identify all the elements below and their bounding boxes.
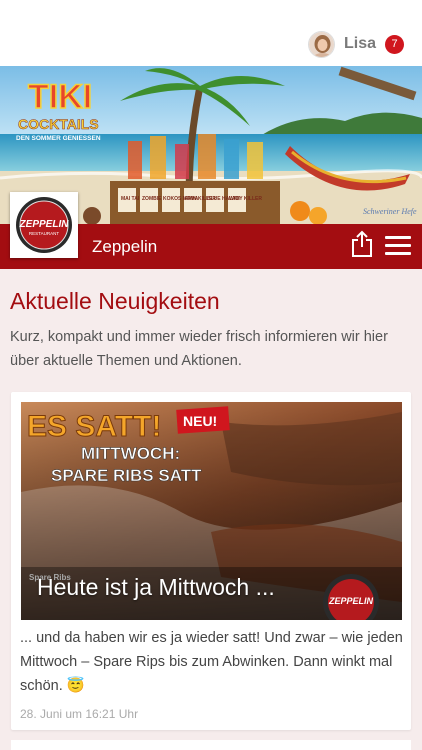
image-title: ES SATT! — [27, 410, 161, 443]
share-icon[interactable] — [350, 230, 374, 258]
user-menu[interactable]: Lisa 7 — [307, 30, 404, 58]
hamburger-menu-icon[interactable] — [385, 236, 411, 256]
image-line1: MITTWOCH: — [81, 444, 180, 463]
banner-headline: TIKI — [28, 78, 92, 116]
news-text: ... und da haben wir es ja wieder satt! … — [20, 630, 403, 694]
user-name[interactable]: Lisa — [344, 35, 376, 53]
banner-signature: Schweriner Hefe — [363, 207, 417, 216]
restaurant-name: Zeppelin — [92, 237, 158, 256]
logo-text: ZEPPELIN — [19, 219, 70, 230]
image-logo: ZEPPELIN — [328, 596, 374, 606]
news-date: 28. Juni um 16:21 Uhr — [20, 707, 139, 721]
avatar[interactable] — [307, 30, 335, 58]
next-news-card[interactable] — [11, 740, 411, 750]
section-intro: Kurz, kompakt und immer wieder frisch in… — [10, 329, 388, 369]
banner-tagline: DEN SOMMER GENIESSEN — [16, 135, 101, 142]
page-title: Aktuelle Neuigkeiten — [10, 288, 220, 314]
restaurant-logo[interactable]: ZEPPELIN RESTAURANT — [10, 192, 78, 258]
top-bar: Lisa 7 — [0, 0, 422, 66]
drink-label: ZOMBIE — [142, 196, 162, 202]
notification-badge[interactable]: 7 — [385, 34, 404, 54]
drink-label: LADY KILLER — [229, 196, 262, 202]
drink-label: MAI TAI — [121, 196, 140, 202]
logo-subtext: RESTAURANT — [29, 231, 59, 236]
banner-subheadline: COCKTAILS — [18, 116, 99, 132]
image-line2: SPARE RIBS SATT — [51, 466, 202, 485]
news-caption[interactable]: Heute ist ja Mittwoch ... — [37, 574, 275, 601]
image-badge: NEU! — [183, 413, 217, 429]
